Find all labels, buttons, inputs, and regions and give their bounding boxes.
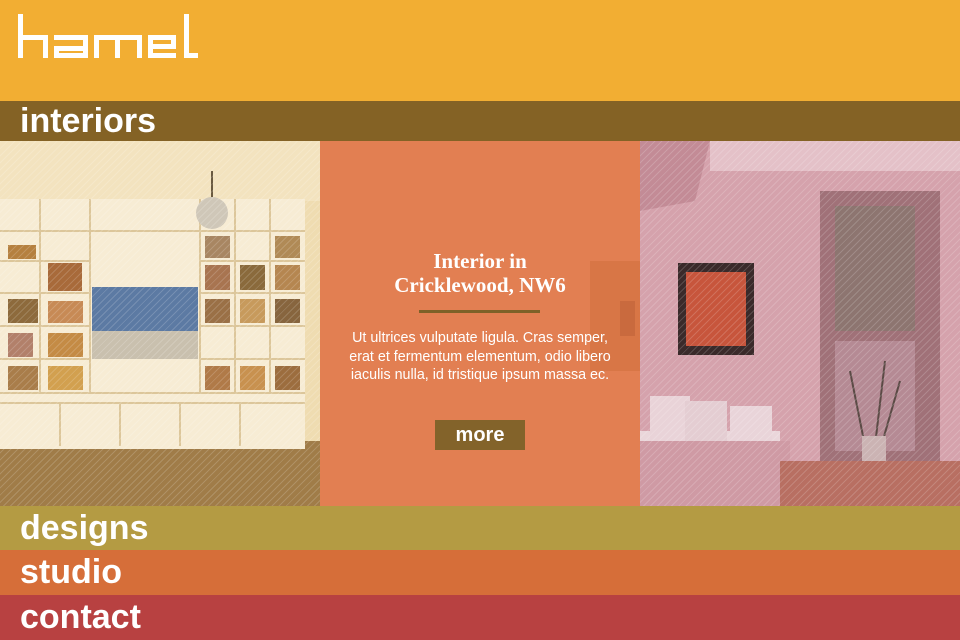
feature-title-line1: Interior in (433, 249, 527, 273)
title-divider (419, 310, 540, 313)
nav-studio[interactable]: studio (0, 550, 960, 595)
more-button[interactable]: more (435, 420, 525, 450)
interior-photo-dining (640, 141, 960, 506)
feature-title: Interior in Cricklewood, NW6 (320, 249, 640, 297)
nav-contact[interactable]: contact (0, 595, 960, 640)
feature-background (320, 141, 640, 506)
hamel-logo-icon[interactable] (18, 14, 198, 62)
feature-card: Interior in Cricklewood, NW6 Ut ultrices… (320, 141, 640, 506)
feature-title-line2: Cricklewood, NW6 (394, 273, 566, 297)
dining-illustration (640, 141, 960, 506)
bookshelf-illustration (0, 141, 320, 506)
nav-interiors[interactable]: interiors (0, 101, 960, 141)
feature-description: Ut ultrices vulputate ligula. Cras sempe… (349, 330, 611, 383)
interior-photo-bookshelf (0, 141, 320, 506)
site-header (0, 0, 960, 101)
nav-designs[interactable]: designs (0, 506, 960, 550)
